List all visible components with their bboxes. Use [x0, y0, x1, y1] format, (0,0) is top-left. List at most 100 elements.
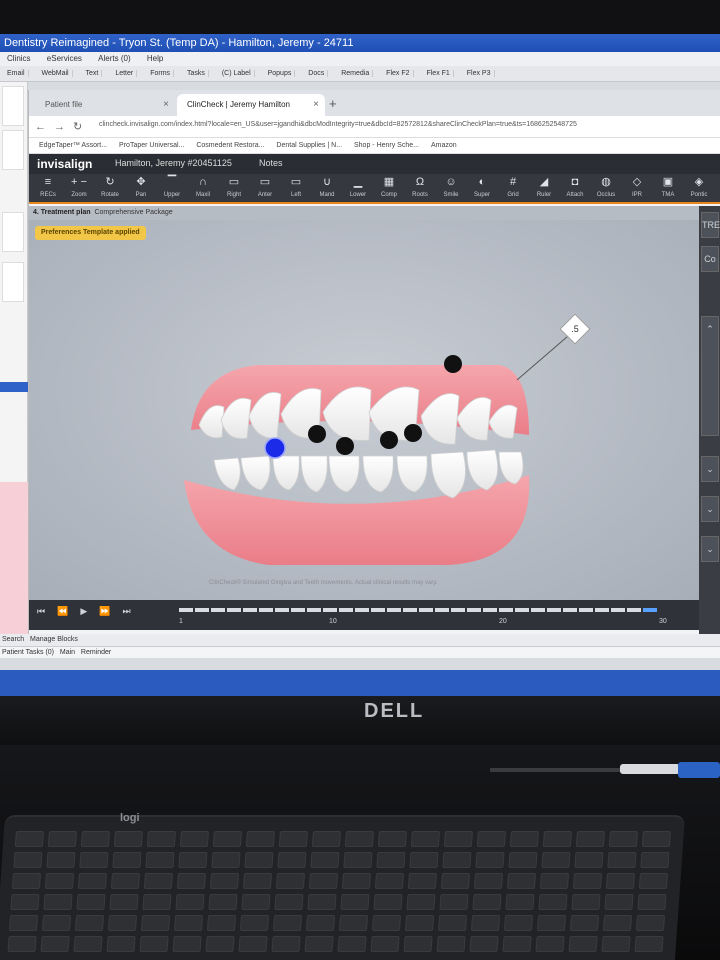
bookmark-item[interactable]: ProTaper Universal... — [119, 142, 184, 149]
back-icon[interactable]: ← — [35, 121, 54, 133]
ehr-tool-flex-f1[interactable]: Flex F1 — [423, 70, 454, 77]
tooth-chart-cell[interactable] — [2, 212, 24, 252]
url-text[interactable]: clincheck.invisalign.com/index.html?loca… — [99, 121, 577, 128]
timeline-stage[interactable] — [275, 608, 289, 612]
attachment-marker-selected[interactable] — [264, 437, 286, 459]
panel-collapse-1[interactable]: ⌄ — [701, 456, 719, 482]
toolbar-pontic-button[interactable]: ◈ Pontic — [684, 174, 714, 204]
attachment-marker[interactable] — [404, 424, 422, 442]
toolbar-rotate-button[interactable]: ↻ Rotate — [95, 174, 125, 204]
tab-patient-file[interactable]: Patient file × — [35, 94, 175, 116]
toolbar-mand-button[interactable]: ∪ Mand — [312, 174, 342, 204]
ehr-selected-row[interactable] — [0, 382, 28, 392]
timeline-stage[interactable] — [387, 608, 401, 612]
timeline-stage[interactable] — [643, 608, 657, 612]
timeline-stage[interactable] — [483, 608, 497, 612]
ehr-menu-clinics[interactable]: Clinics — [7, 54, 31, 63]
bookmark-item[interactable]: Cosmedent Restora... — [196, 142, 264, 149]
tooth-chart-cell[interactable] — [2, 262, 24, 302]
toolbar-ipr-button[interactable]: ◇ IPR — [622, 174, 652, 204]
timeline-stage[interactable] — [419, 608, 433, 612]
toolbar-occlus-button[interactable]: ◍ Occlus — [591, 174, 621, 204]
toolbar-recs-button[interactable]: ≡ RECs — [33, 174, 63, 204]
timeline-stage[interactable] — [515, 608, 529, 612]
toolbar-zoom-button[interactable]: + − Zoom — [64, 174, 94, 204]
patient-selector[interactable]: Hamilton, Jeremy #20451125 — [115, 158, 232, 168]
next-stage-icon[interactable]: ⏩ — [99, 606, 122, 616]
manage-blocks-button[interactable]: Manage Blocks — [30, 636, 78, 643]
timeline-stage[interactable] — [227, 608, 241, 612]
toolbar-lower-button[interactable]: ▁ Lower — [343, 174, 373, 204]
prev-stage-icon[interactable]: ⏪ — [57, 606, 80, 616]
ehr-tool-tasks[interactable]: Tasks — [183, 70, 209, 77]
bookmark-item[interactable]: Dental Supplies | N... — [276, 142, 342, 149]
timeline-stage[interactable] — [547, 608, 561, 612]
timeline-stage[interactable] — [499, 608, 513, 612]
toolbar-left-button[interactable]: ▭ Left — [281, 174, 311, 204]
forward-icon[interactable]: → — [54, 121, 73, 133]
toolbar-pan-button[interactable]: ✥ Pan — [126, 174, 156, 204]
notes-button[interactable]: Notes — [259, 158, 283, 168]
treatment-panel-tab[interactable]: TRE — [701, 212, 720, 238]
patient-tasks-button[interactable]: Patient Tasks (0) — [2, 649, 54, 656]
timeline-stage[interactable] — [595, 608, 609, 612]
ehr-tool-label[interactable]: (C) Label — [218, 70, 255, 77]
toolbar-maxil-button[interactable]: ∩ Maxil — [188, 174, 218, 204]
timeline-stage[interactable] — [451, 608, 465, 612]
close-icon[interactable]: × — [313, 94, 319, 116]
ehr-tool-text[interactable]: Text — [82, 70, 103, 77]
bookmark-item[interactable]: Shop - Henry Sche... — [354, 142, 419, 149]
search-button[interactable]: Search — [2, 636, 24, 643]
toolbar-anter-button[interactable]: ▭ Anter — [250, 174, 280, 204]
timeline-stage[interactable] — [323, 608, 337, 612]
tab-clincheck[interactable]: ClinCheck | Jeremy Hamilton × — [177, 94, 325, 116]
toolbar-smile-button[interactable]: ☺ Smile — [436, 174, 466, 204]
new-tab-icon[interactable]: + — [329, 96, 337, 111]
toolbar-ruler-button[interactable]: ◢ Ruler — [529, 174, 559, 204]
reload-icon[interactable]: ↻ — [73, 121, 90, 133]
ehr-tool-forms[interactable]: Forms — [147, 70, 175, 77]
ehr-menu-eservices[interactable]: eServices — [47, 54, 82, 63]
timeline-stage[interactable] — [403, 608, 417, 612]
ehr-menu-alerts[interactable]: Alerts (0) — [98, 54, 130, 63]
timeline-stage[interactable] — [611, 608, 625, 612]
timeline-stage[interactable] — [259, 608, 273, 612]
timeline-stage[interactable] — [467, 608, 481, 612]
ehr-tool-remedia[interactable]: Remedia — [338, 70, 374, 77]
dental-model[interactable] — [29, 220, 699, 600]
comments-panel-tab[interactable]: Co — [701, 246, 719, 272]
timeline-stage[interactable] — [195, 608, 209, 612]
timeline-stage[interactable] — [627, 608, 641, 612]
timeline-stage[interactable] — [291, 608, 305, 612]
play-icon[interactable]: ▶ — [80, 606, 99, 616]
timeline-stage[interactable] — [579, 608, 593, 612]
attachment-marker[interactable] — [308, 425, 326, 443]
ehr-tool-email[interactable]: Email — [4, 70, 29, 77]
timeline-stage[interactable] — [563, 608, 577, 612]
close-icon[interactable]: × — [163, 94, 169, 116]
tooth-chart-cell[interactable] — [2, 86, 24, 126]
toolbar-super-button[interactable]: ◐ Super — [467, 174, 497, 204]
timeline-stage[interactable] — [211, 608, 225, 612]
toolbar-upper-button[interactable]: ▔ Upper — [157, 174, 187, 204]
last-stage-icon[interactable]: ⏭ — [122, 606, 142, 616]
toolbar-right-button[interactable]: ▭ Right — [219, 174, 249, 204]
timeline-stage[interactable] — [307, 608, 321, 612]
panel-collapse-3[interactable]: ⌄ — [701, 536, 719, 562]
ehr-tool-flex-p3[interactable]: Flex P3 — [463, 70, 495, 77]
toolbar-comp-button[interactable]: ▦ Comp — [374, 174, 404, 204]
timeline-stage[interactable] — [435, 608, 449, 612]
timeline-stage[interactable] — [179, 608, 193, 612]
timeline-stage[interactable] — [339, 608, 353, 612]
timeline-stage[interactable] — [531, 608, 545, 612]
3d-viewport[interactable]: Preferences Template applied .5 ClinChec… — [29, 220, 699, 600]
toolbar-grid-button[interactable]: # Grid — [498, 174, 528, 204]
reminder-button[interactable]: Reminder — [81, 649, 111, 656]
ehr-tool-letter[interactable]: Letter — [112, 70, 138, 77]
attachment-marker[interactable] — [336, 437, 354, 455]
ehr-menu-help[interactable]: Help — [147, 54, 163, 63]
bookmark-item[interactable]: Amazon — [431, 142, 457, 149]
bookmark-item[interactable]: EdgeTaper™ Assort... — [39, 142, 107, 149]
ehr-tool-flex-f2[interactable]: Flex F2 — [383, 70, 414, 77]
timeline-stage[interactable] — [371, 608, 385, 612]
